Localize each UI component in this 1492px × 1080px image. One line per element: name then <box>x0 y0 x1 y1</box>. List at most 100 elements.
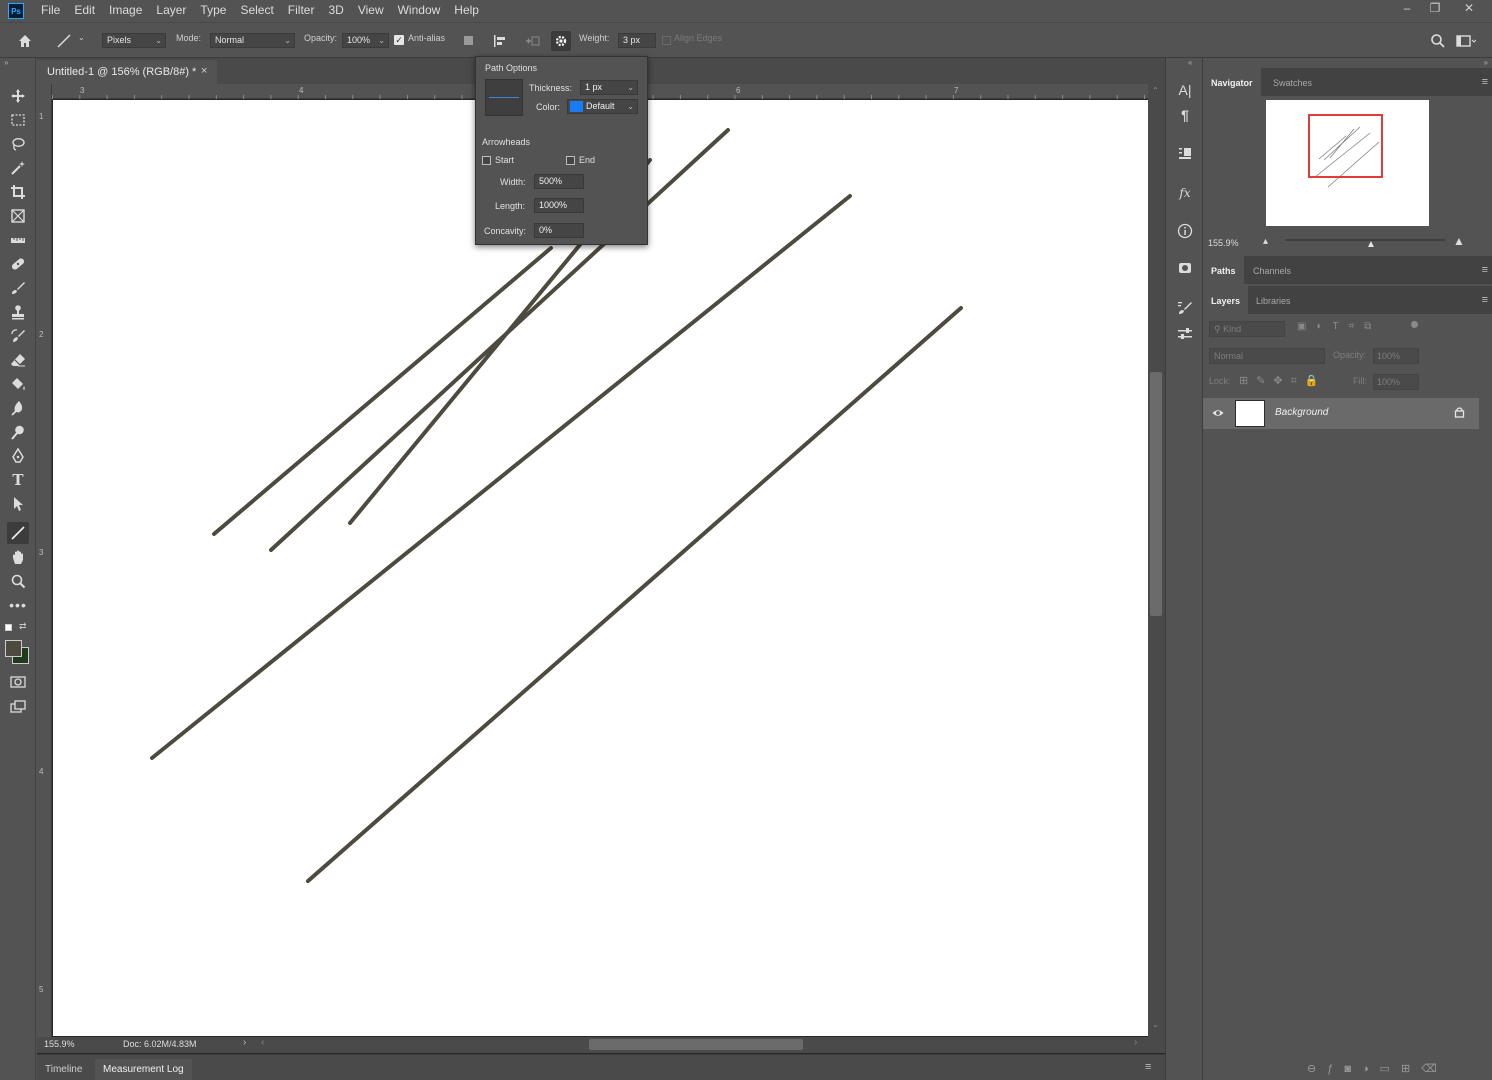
layer-name[interactable]: Background <box>1275 407 1328 418</box>
menu-select[interactable]: Select <box>233 0 280 22</box>
blend-mode-select[interactable]: Normal <box>1209 348 1325 364</box>
info-icon[interactable] <box>1175 221 1195 241</box>
concavity-input[interactable]: 0% <box>534 223 584 238</box>
blur-tool-icon[interactable] <box>7 397 29 419</box>
navigator-zoom-handle[interactable]: ▲ <box>1366 239 1376 250</box>
opacity-input[interactable]: 100% ⌄ <box>342 33 389 48</box>
adjustments-panel-icon[interactable] <box>1175 258 1195 278</box>
layer-fill-input[interactable]: 100% <box>1373 374 1419 390</box>
close-button[interactable]: ✕ <box>1454 0 1484 18</box>
fill-mode-select[interactable]: Pixels ⌄ <box>102 33 166 48</box>
healing-brush-tool-icon[interactable] <box>7 253 29 275</box>
line-tool-icon[interactable] <box>7 522 29 544</box>
crop-tool-icon[interactable] <box>7 181 29 203</box>
dodge-tool-icon[interactable] <box>7 421 29 443</box>
zoom-out-icon[interactable]: ▴ <box>1263 236 1268 247</box>
menu-window[interactable]: Window <box>391 0 448 22</box>
menu-edit[interactable]: Edit <box>67 0 102 22</box>
paint-bucket-tool-icon[interactable] <box>7 373 29 395</box>
eraser-tool-icon[interactable] <box>7 349 29 371</box>
paths-menu-icon[interactable]: ≡ <box>1482 264 1488 276</box>
line-tool-preset-icon[interactable] <box>54 31 74 51</box>
quick-mask-icon[interactable] <box>7 671 29 693</box>
menu-view[interactable]: View <box>351 0 391 22</box>
layer-row-background[interactable]: Background <box>1203 398 1479 429</box>
more-tools-icon[interactable]: ••• <box>7 594 29 616</box>
marquee-tool-icon[interactable] <box>7 109 29 131</box>
menu-help[interactable]: Help <box>447 0 486 22</box>
horizontal-scroll-thumb[interactable] <box>589 1039 803 1050</box>
mode-select[interactable]: Normal ⌄ <box>210 33 295 48</box>
menu-file[interactable]: File <box>34 0 67 22</box>
status-menu-icon[interactable]: › <box>243 1037 246 1048</box>
panel-menu-icon[interactable]: ≡ <box>1145 1061 1151 1073</box>
glyphs-panel-icon[interactable] <box>1175 143 1195 163</box>
menu-layer[interactable]: Layer <box>149 0 193 22</box>
thickness-input[interactable]: 1 px ⌄ <box>580 80 638 95</box>
arrow-length-input[interactable]: 1000% <box>534 198 584 213</box>
default-colors-icon[interactable] <box>5 624 12 631</box>
clone-stamp-tool-icon[interactable] <box>7 301 29 323</box>
styles-panel-icon[interactable]: fx <box>1175 183 1195 203</box>
collapse-toolbar-icon[interactable]: » <box>4 58 8 67</box>
tab-swatches[interactable]: Swatches <box>1265 68 1320 96</box>
menu-image[interactable]: Image <box>102 0 149 22</box>
menu-3d[interactable]: 3D <box>321 0 350 22</box>
brush-tool-icon[interactable] <box>7 277 29 299</box>
filter-toggle-icon[interactable] <box>1411 321 1418 328</box>
gear-icon[interactable] <box>551 31 571 51</box>
eye-icon[interactable] <box>1212 407 1224 422</box>
hand-tool-icon[interactable] <box>7 546 29 568</box>
path-selection-tool-icon[interactable] <box>7 493 29 515</box>
path-arrangement-icon[interactable] <box>522 31 542 51</box>
frame-tool-icon[interactable] <box>7 205 29 227</box>
weight-input[interactable]: 3 px <box>618 33 656 48</box>
close-tab-icon[interactable]: × <box>201 65 207 77</box>
tab-layers[interactable]: Layers <box>1203 286 1249 314</box>
restore-button[interactable]: ❐ <box>1420 0 1450 18</box>
vertical-scroll-thumb[interactable] <box>1150 372 1162 616</box>
paragraph-panel-icon[interactable]: ¶ <box>1175 105 1195 125</box>
type-tool-icon[interactable]: T <box>7 469 29 491</box>
start-arrow-checkbox[interactable] <box>482 156 491 165</box>
foreground-color-swatch[interactable] <box>5 640 22 657</box>
layer-actions-bar[interactable]: ⊖ƒ◙◑▭⊞⌫ <box>1307 1062 1448 1075</box>
collapse-right-panels-icon[interactable]: » <box>1484 58 1488 67</box>
document-tab[interactable]: Untitled-1 @ 156% (RGB/8#) * × <box>37 60 217 84</box>
antialias-checkbox[interactable]: ✓ <box>394 35 404 45</box>
move-tool-icon[interactable] <box>7 85 29 107</box>
tab-paths[interactable]: Paths <box>1203 256 1244 284</box>
lasso-tool-icon[interactable] <box>7 133 29 155</box>
tab-libraries[interactable]: Libraries <box>1248 286 1299 314</box>
scroll-down-icon[interactable]: ⌄ <box>1152 1020 1159 1029</box>
minimize-button[interactable]: – <box>1392 0 1422 18</box>
expand-panels-icon[interactable]: « <box>1188 58 1192 67</box>
layer-opacity-input[interactable]: 100% <box>1373 348 1419 364</box>
path-alignment-icon[interactable] <box>490 31 510 51</box>
home-icon[interactable] <box>15 31 35 51</box>
layer-filter-kind-select[interactable]: ⚲ Kind <box>1209 321 1285 337</box>
swap-colors-icon[interactable]: ⇄ <box>19 621 27 632</box>
tab-channels[interactable]: Channels <box>1245 256 1299 284</box>
navigator-view-frame[interactable] <box>1308 114 1383 178</box>
lock-icons[interactable]: ⊞✎✥⌗🔒 <box>1239 374 1327 388</box>
zoom-tool-icon[interactable] <box>7 570 29 592</box>
screen-mode-icon[interactable] <box>7 696 29 718</box>
character-panel-icon[interactable]: A| <box>1175 80 1195 100</box>
navigator-zoom[interactable]: 155.9% <box>1208 238 1239 248</box>
zoom-level[interactable]: 155.9% <box>44 1039 75 1049</box>
path-operations-icon[interactable] <box>464 36 473 45</box>
layers-menu-icon[interactable]: ≡ <box>1482 294 1488 306</box>
menu-filter[interactable]: Filter <box>281 0 322 22</box>
chevron-down-icon[interactable]: ⌄ <box>78 33 85 42</box>
ruler-tool-icon[interactable] <box>7 229 29 251</box>
navigator-menu-icon[interactable]: ≡ <box>1482 76 1488 88</box>
search-icon[interactable] <box>1428 31 1448 51</box>
align-edges-checkbox[interactable] <box>662 36 671 45</box>
history-brush-tool-icon[interactable] <box>7 325 29 347</box>
tab-measurement-log[interactable]: Measurement Log <box>95 1059 192 1080</box>
scroll-right-icon[interactable]: › <box>1134 1037 1137 1048</box>
properties-panel-icon[interactable] <box>1175 324 1195 344</box>
arrow-width-input[interactable]: 500% <box>534 174 584 189</box>
tab-navigator[interactable]: Navigator <box>1203 68 1261 96</box>
